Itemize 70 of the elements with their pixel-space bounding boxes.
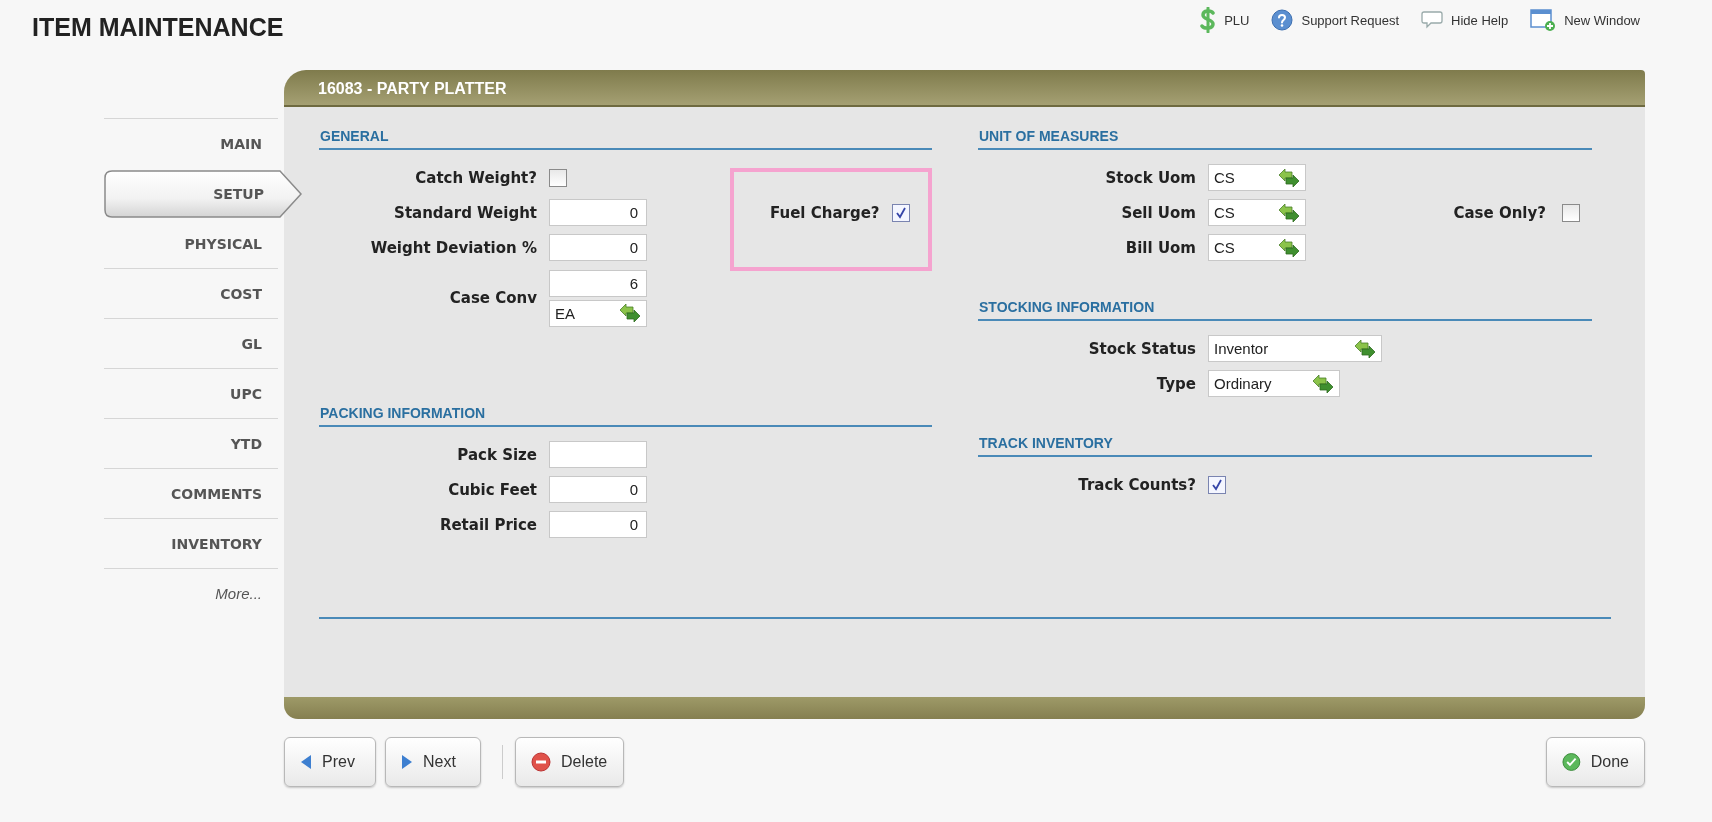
- field-label: Weight Deviation %: [369, 238, 537, 257]
- field-label: Case Conv: [448, 289, 537, 307]
- field-label: Standard Weight: [393, 203, 537, 222]
- input-field[interactable]: 6: [549, 269, 647, 297]
- sidebar-tab[interactable]: UPC: [104, 368, 278, 418]
- header-link[interactable]: PLU: [1200, 6, 1250, 34]
- field-label: Stock Status: [1087, 339, 1196, 358]
- swap-arrows-icon[interactable]: [618, 302, 642, 324]
- lookup-field[interactable]: CS: [1208, 164, 1306, 191]
- section-heading: TRACK INVENTORY: [978, 434, 1592, 457]
- input-field[interactable]: 0: [549, 199, 647, 226]
- lookup-field[interactable]: CS: [1208, 234, 1306, 261]
- sidebar-tab[interactable]: COST: [104, 268, 278, 318]
- header-link[interactable]: Hide Help: [1421, 6, 1509, 34]
- swap-arrows-icon[interactable]: [1277, 166, 1301, 189]
- sidebar-tab[interactable]: MAIN: [104, 118, 278, 168]
- input-field[interactable]: 0: [549, 511, 647, 538]
- swap-arrows-icon[interactable]: [1311, 372, 1335, 395]
- check-circle-icon: [1562, 752, 1581, 772]
- swap-arrows-icon[interactable]: [1353, 337, 1377, 360]
- sidebar-tab[interactable]: GL: [104, 318, 278, 368]
- lookup-field[interactable]: Ordinary: [1208, 370, 1340, 397]
- sidebar-tab[interactable]: PHYSICAL: [104, 218, 278, 268]
- section-heading: PACKING INFORMATION: [319, 404, 932, 427]
- panel-title: 16083 - PARTY PLATTER: [318, 79, 507, 98]
- field-label: Track Counts?: [1077, 475, 1196, 494]
- checkbox[interactable]: [1562, 203, 1580, 222]
- speech-bubble-icon: [1421, 10, 1444, 30]
- input-field[interactable]: 0: [549, 234, 647, 261]
- sidebar-tab[interactable]: COMMENTS: [104, 468, 278, 518]
- page-title: ITEM MAINTENANCE: [32, 13, 284, 42]
- left-triangle-icon: [300, 754, 312, 770]
- input-field[interactable]: [549, 441, 647, 468]
- minus-circle-icon: [531, 752, 551, 772]
- section-heading: STOCKING INFORMATION: [978, 298, 1592, 321]
- header-link[interactable]: New Window: [1530, 6, 1640, 34]
- field-label: Sell Uom: [1120, 203, 1196, 222]
- section-heading: UNIT OF MEASURES: [978, 127, 1592, 150]
- field-label: Catch Weight?: [414, 168, 537, 187]
- field-label: Retail Price: [438, 515, 537, 534]
- section-heading: GENERAL: [319, 127, 932, 150]
- lookup-field[interactable]: Inventor: [1208, 335, 1382, 362]
- field-label: Case Only?: [1453, 203, 1546, 222]
- checkbox[interactable]: [891, 203, 910, 222]
- sidebar-tab[interactable]: INVENTORY: [104, 518, 278, 568]
- field-label: Type: [1155, 374, 1196, 393]
- action-button[interactable]: Next: [385, 737, 481, 787]
- field-label: Pack Size: [456, 445, 537, 464]
- sidebar-tab[interactable]: YTD: [104, 418, 278, 468]
- right-triangle-icon: [401, 754, 413, 770]
- checkbox[interactable]: [549, 168, 567, 187]
- action-button[interactable]: Prev: [284, 737, 376, 787]
- swap-arrows-icon[interactable]: [1277, 236, 1301, 259]
- field-label: Fuel Charge?: [770, 203, 880, 222]
- new-window-icon: [1530, 8, 1557, 32]
- header-link[interactable]: Support Request: [1271, 6, 1400, 34]
- help-icon: [1271, 9, 1294, 31]
- checkbox[interactable]: [1208, 475, 1226, 494]
- field-label: Bill Uom: [1124, 238, 1196, 257]
- action-button[interactable]: Delete: [515, 737, 624, 787]
- dollar-icon: [1200, 7, 1217, 33]
- swap-arrows-icon[interactable]: [1277, 201, 1301, 224]
- lookup-field[interactable]: CS: [1208, 199, 1306, 226]
- input-field[interactable]: 0: [549, 476, 647, 503]
- action-button[interactable]: Done: [1546, 737, 1645, 787]
- field-label: Cubic Feet: [447, 480, 537, 499]
- lookup-field[interactable]: EA: [549, 299, 647, 327]
- sidebar-tab[interactable]: SETUP: [104, 168, 302, 218]
- field-label: Stock Uom: [1104, 168, 1196, 187]
- more-link[interactable]: More...: [215, 585, 262, 602]
